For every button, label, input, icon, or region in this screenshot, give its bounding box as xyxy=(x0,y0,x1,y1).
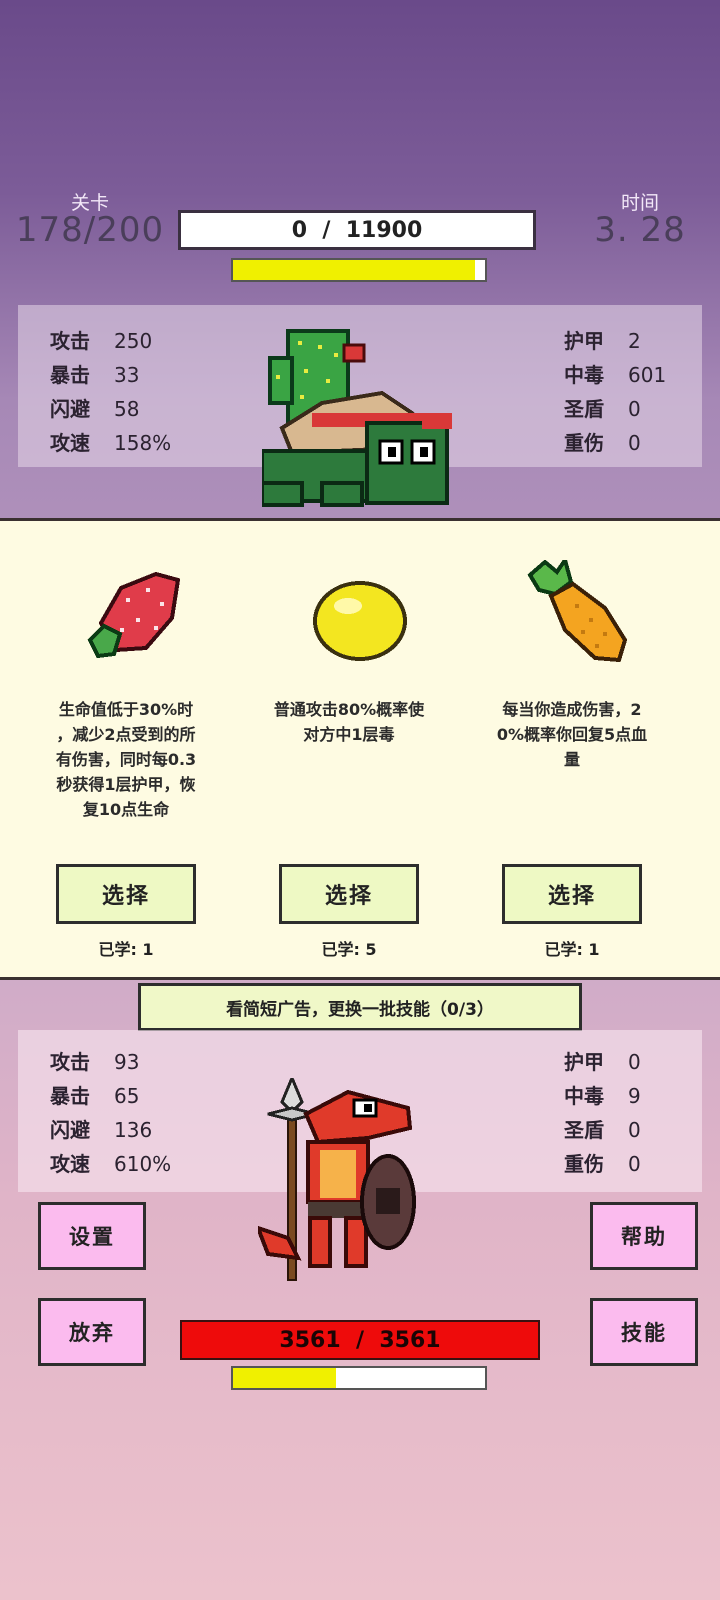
enemy-stat-row: 攻速 158% xyxy=(50,427,171,456)
settings-button[interactable]: 设置 xyxy=(38,1202,146,1270)
enemy-stat-name: 闪避 xyxy=(50,397,90,421)
skill-description-line: 复10点生命 xyxy=(82,800,170,819)
enemy-stat-row: 攻击 250 xyxy=(50,325,152,354)
skill-learned-count: 已学: 1 xyxy=(544,940,600,959)
enemy-energy-bar xyxy=(231,258,487,282)
skill-description-line: 生命值低于30%时 xyxy=(58,700,194,719)
skill-learned-count: 已学: 5 xyxy=(321,940,377,959)
reroll-ad-button[interactable]: 看简短广告，更换一批技能（0/3） xyxy=(138,983,582,1031)
enemy-hp-text: 0 / 11900 xyxy=(291,217,423,243)
skill-description-line: 秒获得1层护甲，恢 xyxy=(56,775,196,794)
skill-description-line: 有伤害，同时每0.3 xyxy=(55,750,197,769)
player-stat-name: 重伤 xyxy=(564,1152,604,1176)
player-stat-value: 93 xyxy=(114,1050,140,1074)
enemy-stat-name: 圣盾 xyxy=(564,397,604,421)
player-stat-name: 护甲 xyxy=(564,1050,604,1074)
skill-description-line: 对方中1层毒 xyxy=(303,725,395,744)
player-sprite xyxy=(258,1078,416,1281)
enemy-stat-row: 闪避 58 xyxy=(50,393,139,422)
enemy-stat-name: 攻速 xyxy=(50,431,90,455)
enemy-stat-row: 中毒 601 xyxy=(564,359,666,388)
enemy-stat-value: 250 xyxy=(114,329,153,353)
enemy-stat-value: 158% xyxy=(114,431,172,455)
player-stat-value: 610% xyxy=(114,1152,172,1176)
enemy-stat-value: 58 xyxy=(114,397,140,421)
enemy-stat-row: 暴击 33 xyxy=(50,359,139,388)
player-stat-name: 暴击 xyxy=(50,1084,90,1108)
player-stat-value: 136 xyxy=(114,1118,153,1142)
pineapple-icon xyxy=(527,560,628,663)
player-stat-row: 中毒 9 xyxy=(564,1080,641,1109)
skill-description: 普通攻击80%概率使 对方中1层毒 xyxy=(249,697,449,747)
player-stat-row: 护甲 0 xyxy=(564,1046,641,1075)
player-stat-name: 闪避 xyxy=(50,1118,90,1142)
enemy-stat-value: 0 xyxy=(628,397,641,421)
player-hp-text: 3561 / 3561 xyxy=(279,1327,441,1353)
player-stat-value: 0 xyxy=(628,1152,641,1176)
choose-skill-button[interactable]: 选择 xyxy=(56,864,196,924)
player-stat-value: 9 xyxy=(628,1084,641,1108)
player-stat-row: 暴击 65 xyxy=(50,1080,139,1109)
player-hp-bar: 3561 / 3561 xyxy=(180,1320,540,1360)
skill-description: 生命值低于30%时 ，减少2点受到的所 有伤害，同时每0.3 秒获得1层护甲，恢 复10… xyxy=(26,697,226,822)
player-stat-row: 攻速 610% xyxy=(50,1148,171,1177)
enemy-stat-name: 护甲 xyxy=(564,329,604,353)
help-label: 帮助 xyxy=(621,1225,667,1249)
lemon-icon xyxy=(313,581,407,661)
settings-label: 设置 xyxy=(69,1225,115,1249)
enemy-hp-bar: 0 / 11900 xyxy=(178,210,536,250)
enemy-stat-value: 33 xyxy=(114,363,140,387)
choose-skill-button[interactable]: 选择 xyxy=(279,864,419,924)
enemy-stat-row: 重伤 0 xyxy=(564,427,641,456)
player-stat-row: 重伤 0 xyxy=(564,1148,641,1177)
player-stat-value: 0 xyxy=(628,1050,641,1074)
enemy-stat-name: 重伤 xyxy=(564,431,604,455)
skills-label: 技能 xyxy=(621,1321,667,1345)
player-stat-name: 攻速 xyxy=(50,1152,90,1176)
enemy-energy-fill xyxy=(233,260,475,280)
enemy-stat-row: 护甲 2 xyxy=(564,325,641,354)
enemy-stat-value: 0 xyxy=(628,431,641,455)
skill-learned-count: 已学: 1 xyxy=(98,940,154,959)
level-value: 178/200 xyxy=(15,210,165,250)
skills-button[interactable]: 技能 xyxy=(590,1298,698,1366)
time-value: 3. 28 xyxy=(594,210,686,250)
skill-description-line: ，减少2点受到的所 xyxy=(56,725,196,744)
enemy-stat-name: 攻击 xyxy=(50,329,90,353)
skill-description: 每当你造成伤害，2 0%概率你回复5点血量 xyxy=(472,697,672,772)
skill-description-line: 普通攻击80%概率使 xyxy=(273,700,425,719)
player-energy-fill xyxy=(233,1368,337,1388)
player-stat-name: 圣盾 xyxy=(564,1118,604,1142)
player-energy-bar xyxy=(231,1366,487,1390)
give-up-label: 放弃 xyxy=(69,1321,115,1345)
player-stat-row: 攻击 93 xyxy=(50,1046,139,1075)
skill-description-line: 0%概率你回复5点血 xyxy=(496,725,648,744)
player-stat-row: 圣盾 0 xyxy=(564,1114,641,1143)
reroll-ad-label: 看简短广告，更换一批技能（0/3） xyxy=(226,999,494,1020)
give-up-button[interactable]: 放弃 xyxy=(38,1298,146,1366)
enemy-stat-name: 暴击 xyxy=(50,363,90,387)
strawberry-icon xyxy=(87,571,181,659)
enemy-stat-value: 2 xyxy=(628,329,641,353)
help-button[interactable]: 帮助 xyxy=(590,1202,698,1270)
enemy-stat-row: 圣盾 0 xyxy=(564,393,641,422)
player-stat-name: 中毒 xyxy=(564,1084,604,1108)
enemy-stat-name: 中毒 xyxy=(564,363,604,387)
skill-description-line: 每当你造成伤害，2 xyxy=(502,700,642,719)
enemy-sprite xyxy=(262,329,452,507)
player-stat-name: 攻击 xyxy=(50,1050,90,1074)
player-stat-value: 0 xyxy=(628,1118,641,1142)
player-stat-value: 65 xyxy=(114,1084,140,1108)
enemy-stat-value: 601 xyxy=(628,363,667,387)
skill-description-line: 量 xyxy=(563,750,580,769)
choose-skill-button[interactable]: 选择 xyxy=(502,864,642,924)
player-stat-row: 闪避 136 xyxy=(50,1114,152,1143)
